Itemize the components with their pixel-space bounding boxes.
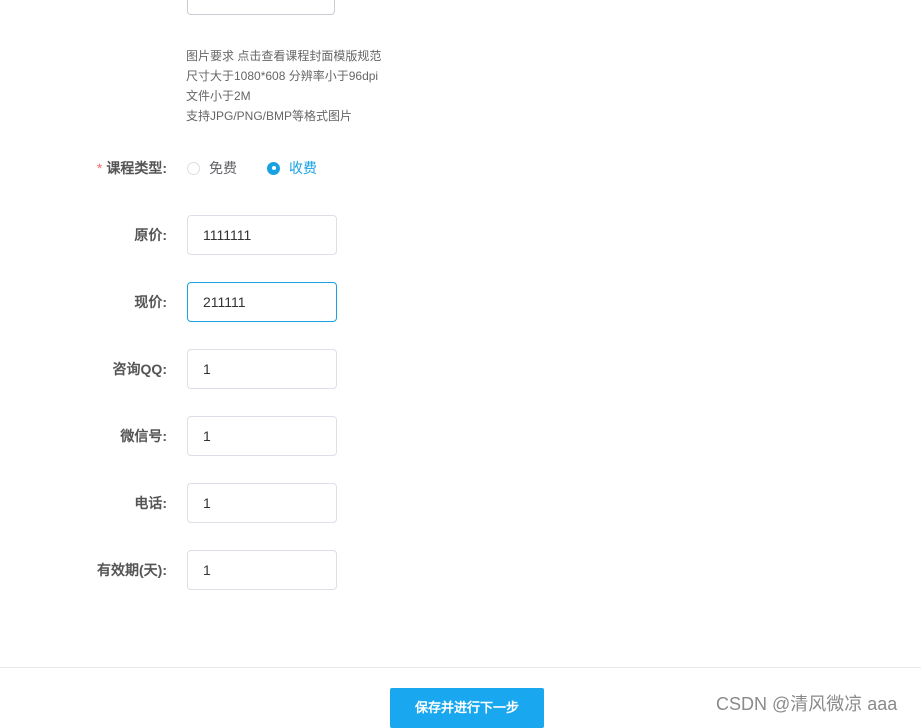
footer-divider: [0, 667, 921, 668]
radio-checked-icon: [267, 161, 280, 175]
phone-row: 电话:: [0, 483, 921, 523]
wechat-row: 微信号:: [0, 416, 921, 456]
validity-label: 有效期(天):: [97, 562, 167, 578]
radio-free-label: 免费: [209, 160, 237, 176]
wechat-label: 微信号:: [120, 428, 167, 444]
save-and-next-button[interactable]: 保存并进行下一步: [390, 688, 544, 728]
course-type-radio-group: 免费 收费: [187, 148, 347, 188]
original-price-input[interactable]: [187, 215, 337, 255]
wechat-input[interactable]: [187, 416, 337, 456]
validity-input[interactable]: [187, 550, 337, 590]
cover-requirement-line: 文件小于2M: [186, 89, 251, 103]
current-price-input[interactable]: [187, 282, 337, 322]
course-type-label: * 课程类型:: [96, 160, 167, 176]
qq-label: 咨询QQ:: [112, 361, 167, 377]
radio-free[interactable]: 免费: [187, 158, 237, 178]
cover-upload-box[interactable]: [187, 0, 335, 15]
qq-row: 咨询QQ:: [0, 349, 921, 389]
cover-requirement-line: 尺寸大于1080*608 分辨率小于96dpi: [186, 69, 379, 83]
phone-input[interactable]: [187, 483, 337, 523]
current-price-row: 现价:: [0, 282, 921, 322]
cover-requirement-line: 支持JPG/PNG/BMP等格式图片: [186, 109, 353, 123]
cover-requirement-line: 图片要求 点击查看课程封面模版规范: [186, 49, 382, 63]
validity-row: 有效期(天):: [0, 550, 921, 590]
radio-circle-icon: [187, 161, 200, 175]
course-type-row: * 课程类型: 免费 收费: [0, 148, 921, 188]
phone-label: 电话:: [134, 495, 167, 511]
current-price-label: 现价:: [134, 294, 167, 310]
cover-requirements: 图片要求 点击查看课程封面模版规范 尺寸大于1080*608 分辨率小于96dp…: [186, 46, 381, 126]
radio-paid[interactable]: 收费: [267, 158, 317, 178]
required-mark: *: [96, 160, 103, 176]
original-price-row: 原价:: [0, 215, 921, 255]
watermark: CSDN @清风微凉 aaa: [716, 694, 898, 714]
qq-input[interactable]: [187, 349, 337, 389]
radio-paid-label: 收费: [289, 160, 317, 176]
original-price-label: 原价:: [134, 227, 167, 243]
